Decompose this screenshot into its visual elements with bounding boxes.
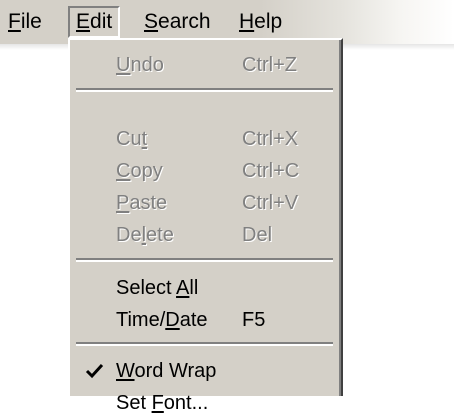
menu-item-copy[interactable]: Copy Ctrl+C xyxy=(70,154,339,188)
menu-search-accelerator: S xyxy=(144,10,159,33)
menu-edit[interactable]: Edit xyxy=(68,6,121,38)
menu-search[interactable]: Search xyxy=(136,6,219,38)
delete-label: Delete xyxy=(116,224,174,246)
edit-dropdown-menu: Undo Ctrl+Z Cut Ctrl+X Copy Ctrl+C Paste… xyxy=(68,38,343,414)
menu-edit-accelerator: E xyxy=(76,10,91,33)
menu-item-word-wrap[interactable]: Word Wrap xyxy=(70,354,339,388)
paste-label: Paste xyxy=(116,192,168,214)
menu-item-select-all[interactable]: Select All xyxy=(70,271,339,305)
paste-shortcut: Ctrl+V xyxy=(242,192,299,214)
time-date-label: Time/Date xyxy=(116,309,208,331)
undo-label: Undo xyxy=(116,54,164,76)
delete-shortcut: Del xyxy=(242,224,273,246)
menu-item-time-date[interactable]: Time/Date F5 xyxy=(70,303,339,337)
menu-item-delete[interactable]: Delete Del xyxy=(70,218,339,252)
menu-help-accelerator: H xyxy=(239,10,255,33)
menu-item-cut[interactable]: Cut Ctrl+X xyxy=(70,122,339,156)
checkmark-icon xyxy=(84,354,106,388)
cut-shortcut: Ctrl+X xyxy=(242,128,299,150)
menu-separator xyxy=(76,88,333,92)
copy-label: Copy xyxy=(116,160,163,182)
time-date-shortcut: F5 xyxy=(242,309,266,331)
select-all-label: Select All xyxy=(116,277,199,299)
menu-help[interactable]: Help xyxy=(231,6,290,38)
menu-help-label-post: elp xyxy=(254,10,283,33)
menu-search-label-post: earch xyxy=(158,10,211,33)
menu-item-paste[interactable]: Paste Ctrl+V xyxy=(70,186,339,220)
dropdown-inner-frame: Undo Ctrl+Z Cut Ctrl+X Copy Ctrl+C Paste… xyxy=(70,40,341,414)
set-font-label: Set Font... xyxy=(116,392,209,414)
menu-file-label-post: ile xyxy=(20,10,42,33)
menu-separator xyxy=(76,258,333,262)
undo-shortcut: Ctrl+Z xyxy=(242,54,297,76)
cut-label: Cut xyxy=(116,128,148,150)
copy-shortcut: Ctrl+C xyxy=(242,160,300,182)
menu-file[interactable]: File xyxy=(0,6,50,38)
menu-separator xyxy=(76,342,333,346)
menu-item-undo[interactable]: Undo Ctrl+Z xyxy=(70,48,339,82)
menu-item-set-font[interactable]: Set Font... xyxy=(70,386,339,420)
word-wrap-label: Word Wrap xyxy=(116,360,217,382)
menu-file-accelerator: F xyxy=(8,10,21,33)
menu-edit-label-post: dit xyxy=(90,10,113,33)
